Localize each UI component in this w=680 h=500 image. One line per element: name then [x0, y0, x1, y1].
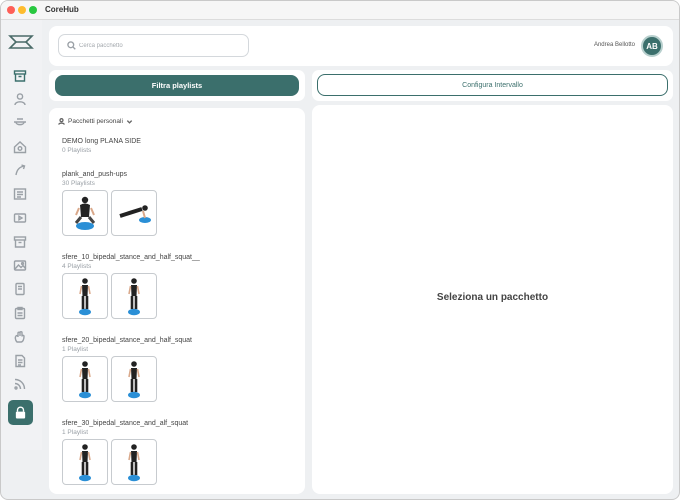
sidebar-item-hand[interactable] — [12, 329, 28, 345]
exercise-thumbnail[interactable] — [62, 356, 108, 402]
hat-icon — [14, 118, 26, 126]
exercise-thumbnail[interactable] — [62, 273, 108, 319]
package-playlist-count: 0 Playlists — [62, 147, 92, 154]
sidebar-item-gallery[interactable] — [12, 257, 28, 273]
sidebar-item-user[interactable] — [12, 91, 28, 107]
sidebar-item-archive[interactable] — [12, 68, 28, 84]
lock-icon — [15, 406, 26, 419]
clipboard-icon — [14, 306, 26, 320]
book-icon — [15, 282, 25, 296]
hand-icon — [14, 331, 25, 343]
pointer-icon — [15, 164, 26, 176]
exercise-thumbnail[interactable] — [62, 439, 108, 485]
chevron-down-icon — [126, 119, 133, 124]
exercise-thumbnail[interactable] — [62, 190, 108, 236]
sidebar-item-document[interactable] — [12, 353, 28, 369]
search-icon — [67, 41, 76, 50]
exercise-image — [119, 205, 151, 223]
thumbnail-row — [62, 439, 297, 485]
exercise-thumbnail[interactable] — [111, 439, 157, 485]
package-playlist-count: 30 Playlists — [62, 180, 95, 187]
list-icon — [13, 188, 27, 200]
package-item[interactable]: sfere_30_bipedal_stance_and_alf_squat 1 P… — [62, 420, 297, 485]
user-name: Andrea Bellotto — [593, 42, 635, 48]
sidebar-item-clipboard[interactable] — [12, 305, 28, 321]
thumbnail-row — [62, 190, 297, 236]
avatar[interactable]: AB — [641, 35, 663, 57]
exercise-thumbnail[interactable] — [111, 356, 157, 402]
exercise-image — [128, 444, 140, 482]
archive-icon — [13, 70, 27, 82]
thumbnail-row — [62, 356, 297, 402]
sidebar-item-pointer[interactable] — [12, 162, 28, 178]
search-input[interactable] — [79, 38, 244, 53]
document-icon — [15, 354, 26, 368]
settings-house-icon — [13, 141, 27, 154]
exercise-image — [128, 361, 140, 399]
sidebar-item-settings-house[interactable] — [12, 139, 28, 155]
package-playlist-count: 1 Playlist — [62, 346, 89, 353]
sidebar-item-book[interactable] — [12, 281, 28, 297]
user-icon — [14, 93, 26, 106]
top-header: Andrea Bellotto AB — [49, 26, 673, 66]
filter-container: Filtra playlists — [49, 70, 305, 101]
filter-playlists-button[interactable]: Filtra playlists — [55, 75, 299, 96]
exercise-thumbnail[interactable] — [111, 273, 157, 319]
exercise-image — [128, 278, 140, 316]
thumbnail-row — [62, 273, 297, 319]
lock-button[interactable] — [8, 400, 33, 425]
package-list-panel: Pacchetti personali DEMO long PLANA SIDE… — [49, 108, 305, 494]
package-item[interactable]: sfere_10_bipedal_stance_and_half_squat__… — [62, 254, 297, 319]
empty-selection-message: Seleziona un pacchetto — [436, 292, 549, 303]
package-name: sfere_10_bipedal_stance_and_half_squat__ — [62, 254, 200, 261]
zoom-window-button[interactable] — [29, 6, 37, 14]
exercise-thumbnail[interactable] — [111, 190, 157, 236]
package-name: plank_and_push-ups — [62, 171, 127, 178]
sidebar-item-video[interactable] — [12, 210, 28, 226]
package-filter-label: Pacchetti personali — [68, 117, 123, 125]
search-box[interactable] — [58, 34, 249, 57]
close-window-button[interactable] — [7, 6, 15, 14]
app-logo-icon[interactable] — [8, 33, 34, 51]
package-item[interactable]: sfere_20_bipedal_stance_and_half_squat 1 … — [62, 337, 297, 402]
package-detail-panel: Seleziona un pacchetto — [312, 105, 673, 494]
box-icon — [13, 236, 27, 248]
sidebar-item-rss[interactable] — [12, 376, 28, 392]
title-bar: CoreHub — [1, 1, 679, 20]
exercise-image — [79, 444, 91, 482]
config-container: Configura Intervallo — [312, 70, 673, 101]
video-icon — [13, 213, 27, 223]
package-playlist-count: 1 Playlist — [62, 429, 89, 436]
package-name: sfere_30_bipedal_stance_and_alf_squat — [62, 420, 189, 427]
package-playlist-count: 4 Playlists — [62, 263, 92, 270]
package-item[interactable]: plank_and_push-ups 30 Playlists — [62, 171, 297, 236]
minimize-window-button[interactable] — [18, 6, 26, 14]
user-icon — [58, 117, 65, 125]
configure-interval-button[interactable]: Configura Intervallo — [317, 74, 668, 96]
sidebar-item-hat[interactable] — [12, 115, 28, 131]
exercise-image — [79, 278, 91, 316]
package-name: DEMO long PLANA SIDE — [62, 138, 141, 145]
exercise-image — [79, 361, 91, 399]
package-filter-dropdown[interactable]: Pacchetti personali — [58, 115, 133, 127]
sidebar-item-list[interactable] — [12, 186, 28, 202]
sidebar-item-box[interactable] — [12, 234, 28, 250]
package-item[interactable]: DEMO long PLANA SIDE 0 Playlists — [62, 138, 297, 154]
package-name: sfere_20_bipedal_stance_and_half_squat — [62, 337, 192, 344]
window-title: CoreHub — [45, 5, 79, 14]
app-window: CoreHub Andrea Bellotto AB Filtra playli… — [0, 0, 680, 500]
gallery-icon — [13, 260, 27, 271]
exercise-image — [74, 196, 96, 230]
sidebar — [1, 20, 42, 450]
rss-icon — [14, 378, 26, 390]
